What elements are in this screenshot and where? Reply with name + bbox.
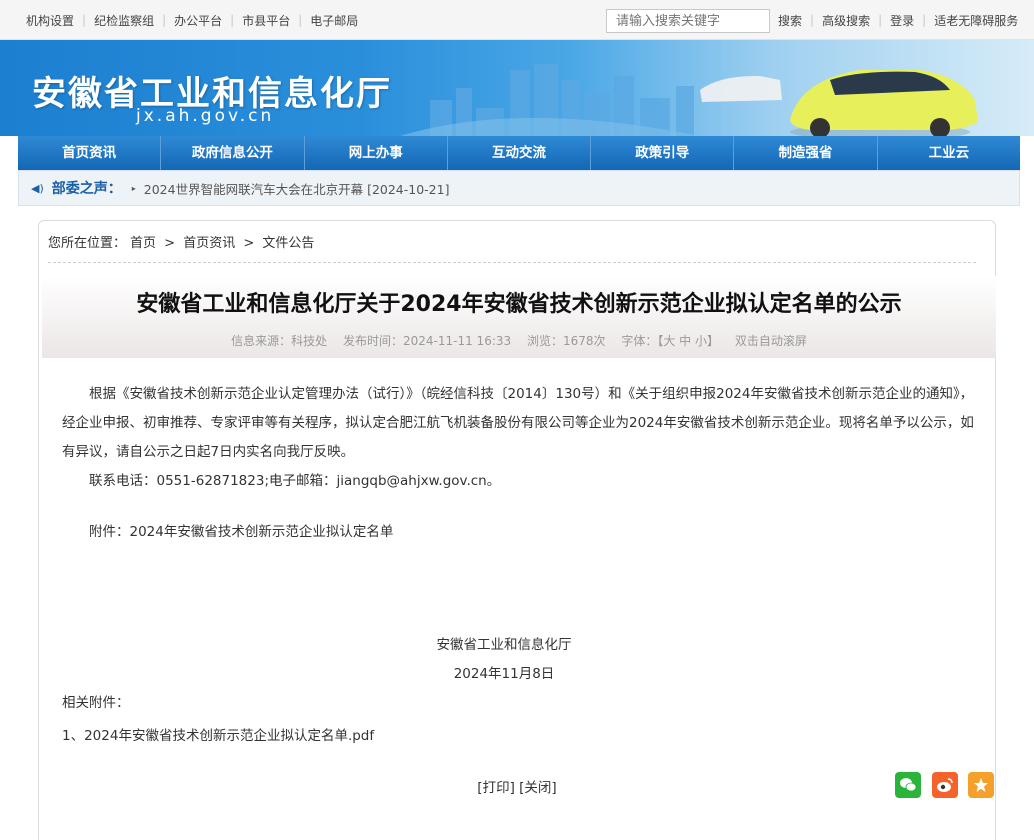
link-org[interactable]: 机构设置 [18,12,82,29]
nav-tab-manufacturing[interactable]: 制造强省 [734,136,878,170]
contact-info: 联系电话：0551-62871823;电子邮箱：jiangqb@ahjxw.go… [89,473,501,489]
signature-org: 安徽省工业和信息化厅 [436,637,572,653]
attachment-file-link[interactable]: 1、2024年安徽省技术创新示范企业拟认定名单.pdf [62,724,374,744]
article-actions: [打印] [关闭] [0,776,1034,796]
search-input[interactable] [606,9,770,33]
search-button[interactable]: 搜索 [770,12,810,29]
breadcrumb-home-news[interactable]: 首页资讯 [183,236,235,251]
link-discipline[interactable]: 纪检监察组 [86,12,162,29]
breadcrumb: 您所在位置： 首页 > 首页资讯 > 文件公告 [48,232,318,251]
car-image [700,70,978,136]
divider [48,262,976,263]
link-email[interactable]: 电子邮局 [302,12,366,29]
meta-source: 信息来源：科技处 [231,334,328,348]
wechat-share-icon[interactable] [895,772,921,798]
font-size-control[interactable]: 字体：【大 中 小】 [621,334,719,348]
article-body: 根据《安徽省技术创新示范企业认定管理办法（试行）》（皖经信科技〔2014〕130… [62,380,978,547]
login-link[interactable]: 登录 [882,12,922,29]
breadcrumb-announcements[interactable]: 文件公告 [262,236,314,251]
nav-tab-policy[interactable]: 政策引导 [591,136,735,170]
breadcrumb-sep: > [164,236,176,251]
accessibility-link[interactable]: 适老无障碍服务 [926,12,1026,29]
top-right-links: 搜索 | 高级搜索 | 登录 | 适老无障碍服务 [770,0,1026,40]
weibo-share-icon[interactable] [932,772,958,798]
close-button[interactable]: [关闭] [519,780,557,796]
article-title: 安徽省工业和信息化厅关于2024年安徽省技术创新示范企业拟认定名单的公示 [136,292,902,317]
print-button[interactable]: [打印] [477,780,515,796]
nav-tab-online-service[interactable]: 网上办事 [305,136,448,170]
attachment-note: 附件：2024年安徽省技术创新示范企业拟认定名单 [89,524,394,540]
announcement-label: 部委之声： [51,181,122,197]
announcement-news-link[interactable]: 2024世界智能网联汽车大会在北京开幕 [2024-10-21] [144,179,450,198]
related-attachments-label: 相关附件： [62,695,130,711]
favorite-star-icon[interactable] [968,772,994,798]
meta-views: 浏览：1678次 [526,334,606,348]
bullet-arrow-icon: ▸ [131,183,136,193]
site-banner: 安徽省工业和信息化厅 jx.ah.gov.cn [0,40,1034,136]
nav-tab-interaction[interactable]: 互动交流 [448,136,592,170]
speaker-icon: ◀) [31,181,44,195]
top-links: 机构设置 | 纪检监察组 | 办公平台 | 市县平台 | 电子邮局 [18,0,366,40]
top-utility-bar: 机构设置 | 纪检监察组 | 办公平台 | 市县平台 | 电子邮局 搜索 | 高… [0,0,1034,40]
site-domain: jx.ah.gov.cn [136,106,275,126]
breadcrumb-sep: > [243,236,255,251]
announcement-bar: ◀) 部委之声： ▸ 2024世界智能网联汽车大会在北京开幕 [2024-10-… [18,170,1020,206]
meta-time: 发布时间：2024-11-11 16:33 [343,334,512,348]
link-county[interactable]: 市县平台 [234,12,298,29]
signature-date: 2024年11月8日 [453,666,555,682]
link-office[interactable]: 办公平台 [166,12,230,29]
breadcrumb-home[interactable]: 首页 [130,236,156,251]
nav-tab-industry-cloud[interactable]: 工业云 [878,136,1020,170]
nav-tab-home-news[interactable]: 首页资讯 [18,136,162,170]
advanced-search-link[interactable]: 高级搜索 [814,12,878,29]
main-nav: 首页资讯 政府信息公开 网上办事 互动交流 政策引导 制造强省 工业云 [18,136,1020,170]
breadcrumb-prefix: 您所在位置： [48,236,127,251]
auto-scroll-link[interactable]: 双击自动滚屏 [735,334,807,348]
article-meta: 信息来源：科技处 发布时间：2024-11-11 16:33 浏览：1678次 … [42,332,996,349]
article-header: 安徽省工业和信息化厅关于2024年安徽省技术创新示范企业拟认定名单的公示 信息来… [42,276,996,358]
article-paragraph: 根据《安徽省技术创新示范企业认定管理办法（试行）》（皖经信科技〔2014〕130… [62,386,974,460]
nav-tab-gov-info[interactable]: 政府信息公开 [161,136,305,170]
